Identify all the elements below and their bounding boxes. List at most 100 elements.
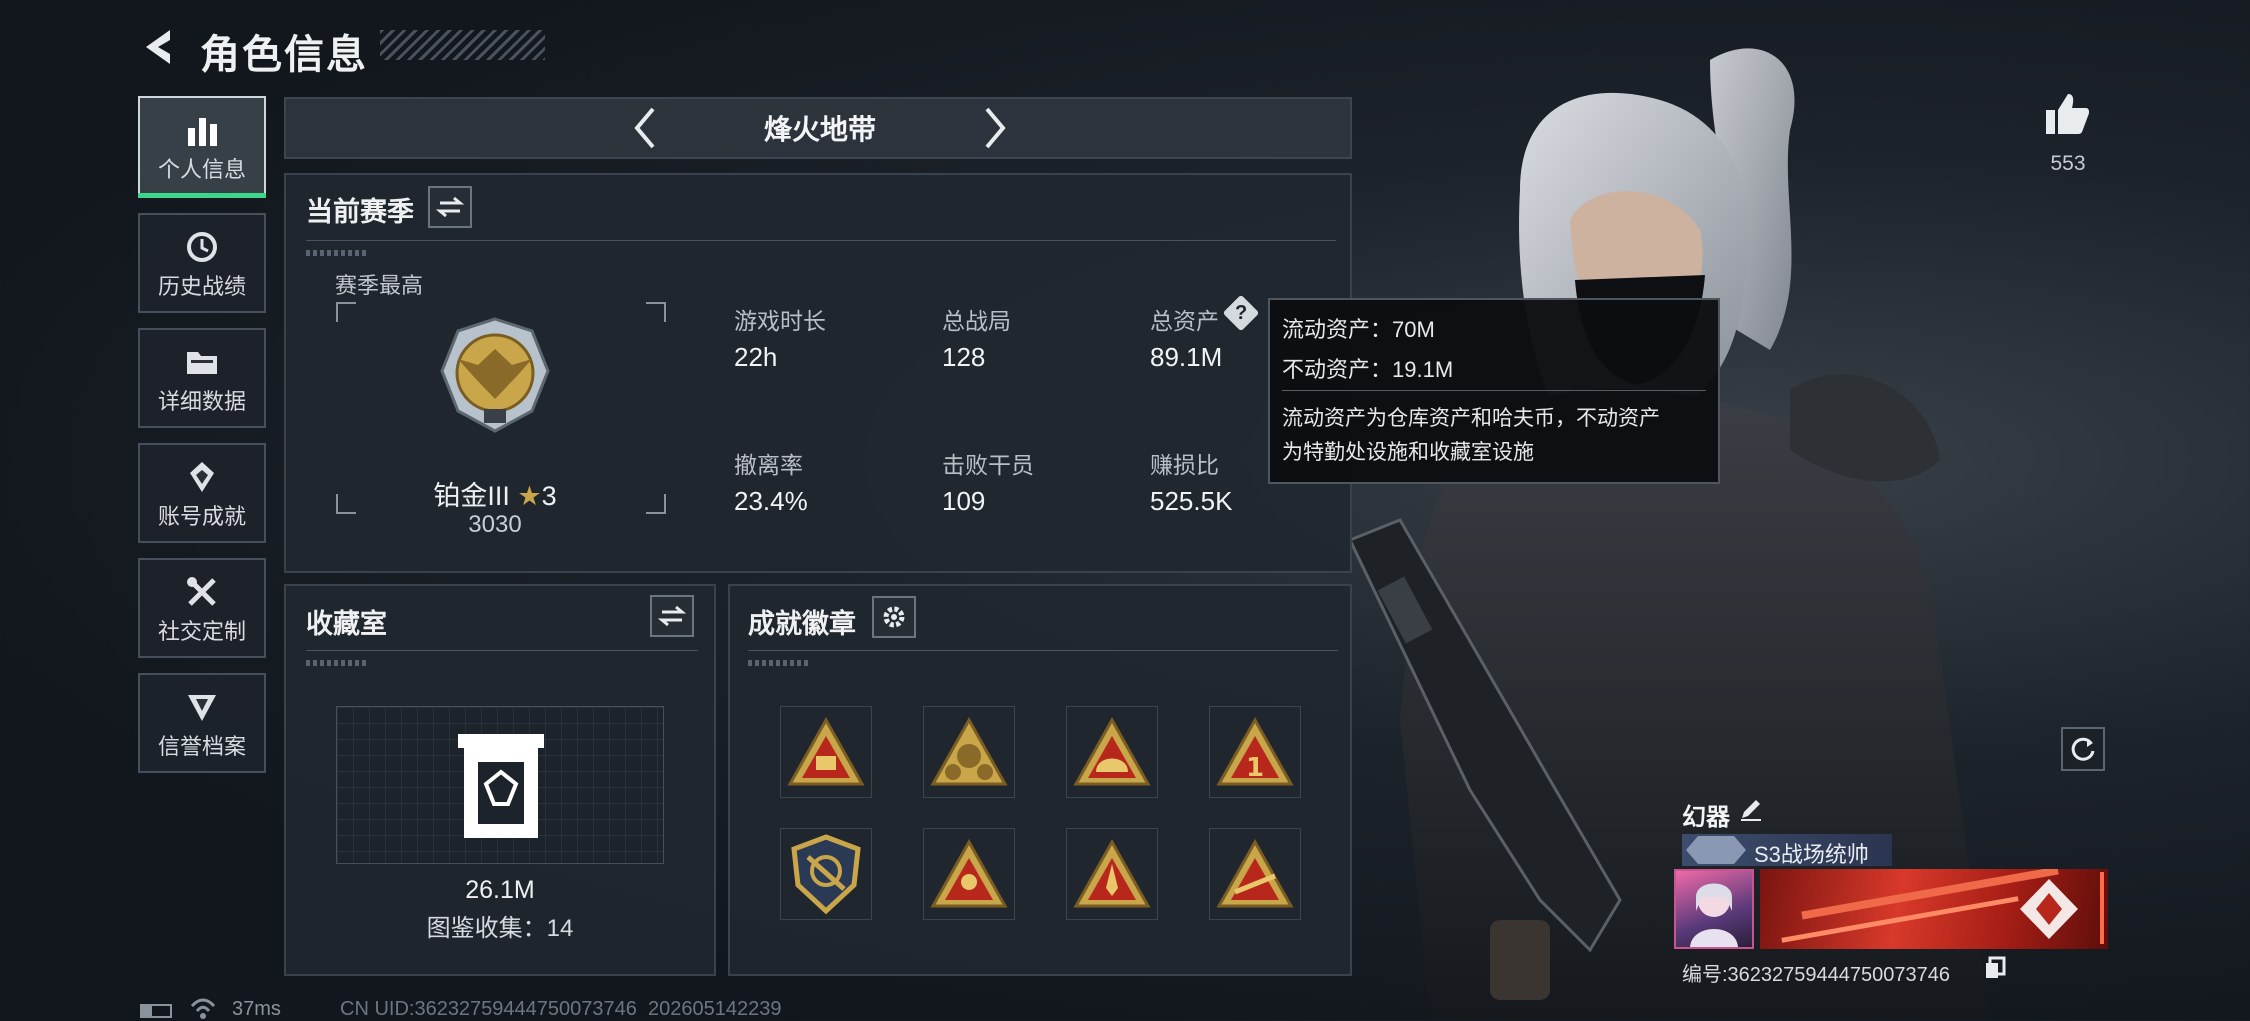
sidebar-item-label: 账号成就 [157, 504, 246, 529]
crest-badge-icon [791, 834, 861, 915]
badge-slot[interactable] [1209, 828, 1301, 920]
avatar[interactable] [1674, 869, 1754, 949]
badge-slot[interactable] [923, 828, 1015, 920]
like-count: 553 [2050, 152, 2086, 175]
uid-text: CN UID:36232759444750073746 202605142239 [340, 998, 782, 1020]
battery-icon [140, 1004, 172, 1018]
season-switch-button[interactable] [428, 186, 472, 228]
badge-slot[interactable] [1066, 706, 1158, 798]
sidebar-item-label: 信誉档案 [157, 734, 246, 759]
helmet-badge-icon [1073, 716, 1151, 786]
copy-icon [1986, 956, 2006, 978]
tooltip-divider [1282, 390, 1706, 391]
season-best-label: 赛季最高 [335, 273, 424, 298]
pencil-icon [1741, 800, 1761, 821]
back-arrow-icon [146, 30, 170, 64]
sidebar-item-social[interactable]: 社交定制 [138, 558, 266, 658]
collection-value: 26.1M [465, 876, 535, 904]
collection-switch-button[interactable] [650, 595, 694, 637]
decor-dots [306, 250, 366, 256]
stat-label-kills: 击败干员 [942, 452, 1034, 478]
stat-label-extract-rate: 撤离率 [734, 452, 803, 478]
season-title: 当前赛季 [306, 197, 414, 227]
swap-icon [658, 605, 686, 627]
player-name: 幻器 [1682, 804, 1730, 831]
chevron-right-icon [985, 107, 1006, 149]
name-card-edge [2100, 872, 2104, 944]
folder-icon [187, 352, 217, 374]
frame-corner [336, 494, 356, 514]
tooltip-fixed: 不动资产：19.1M [1282, 357, 1454, 382]
frame-corner [336, 302, 356, 322]
star-icon: ★ [517, 481, 542, 511]
badge-slot[interactable] [780, 706, 872, 798]
swap-icon [436, 196, 464, 218]
rank-score: 3030 [468, 511, 522, 538]
gear-icon [883, 606, 905, 628]
title-stripes [380, 30, 545, 60]
supply-badge-icon [787, 716, 865, 786]
sidebar-item-history[interactable]: 历史战绩 [138, 213, 266, 313]
active-indicator [138, 193, 266, 198]
stat-value-extract-rate: 23.4% [734, 486, 808, 516]
mode-next-button[interactable] [975, 103, 1015, 153]
title-tag-emblem [1686, 836, 1746, 864]
sidebar-item-label: 详细数据 [157, 389, 246, 414]
decor-dots [306, 660, 366, 666]
stat-value-kills: 109 [942, 486, 986, 516]
rank-name: 铂金III [433, 481, 510, 511]
tooltip-desc-2: 为特勤处设施和收藏室设施 [1282, 441, 1534, 464]
tooltip-desc-1: 流动资产为仓库资产和哈夫币，不动资产 [1282, 407, 1660, 430]
divider [748, 650, 1338, 651]
badge-slot[interactable] [923, 706, 1015, 798]
stat-value-assets: 89.1M [1150, 342, 1223, 372]
edit-name-button[interactable] [1738, 796, 1764, 822]
rotate-view-button[interactable] [2061, 727, 2105, 771]
collection-count: 图鉴收集：14 [426, 915, 574, 942]
rank-stars: 3 [541, 481, 557, 511]
refresh-icon [2071, 737, 2095, 761]
sidebar-item-reputation[interactable]: 信誉档案 [138, 673, 266, 773]
frame-corner [646, 494, 666, 514]
back-button[interactable] [138, 24, 188, 70]
ping-text: 37ms [232, 998, 281, 1020]
name-card-banner[interactable] [1760, 869, 2108, 949]
sidebar-item-detailed-data[interactable]: 详细数据 [138, 328, 266, 428]
stat-value-profit-ratio: 525.5K [1150, 486, 1233, 516]
rank-one-badge-icon: 1 [1216, 716, 1294, 786]
like-button[interactable] [2044, 92, 2090, 136]
sidebar-item-label: 社交定制 [157, 619, 246, 644]
team-badge-icon [930, 838, 1008, 908]
stat-value-playtime: 22h [734, 342, 778, 372]
divider [306, 240, 1336, 241]
sidebar-item-personal-info[interactable]: 个人信息 [138, 96, 266, 196]
history-icon [187, 232, 217, 262]
badge-slot[interactable] [780, 828, 872, 920]
avatar-portrait-icon [1690, 883, 1738, 947]
stat-label-matches: 总战局 [942, 308, 1011, 334]
stat-label-profit-ratio: 赚损比 [1150, 452, 1219, 478]
thumbs-up-icon [2046, 94, 2090, 134]
banner-stripe [1781, 896, 2019, 943]
badge-slot[interactable] [1066, 828, 1158, 920]
stat-value-matches: 128 [942, 342, 986, 372]
mode-label: 烽火地带 [763, 114, 876, 145]
vault-icon [458, 734, 544, 838]
rank-emblem-icon [440, 317, 550, 433]
stat-label-playtime: 游戏时长 [734, 308, 826, 334]
sniper-badge-icon [1216, 838, 1294, 908]
tooltip-liquid: 流动资产：70M [1282, 317, 1435, 342]
divider [306, 650, 698, 651]
assets-tooltip: 流动资产：70M 不动资产：19.1M 流动资产为仓库资产和哈夫币，不动资产 为… [1268, 298, 1720, 484]
badges-settings-button[interactable] [872, 596, 916, 638]
badge-slot[interactable]: 1 [1209, 706, 1301, 798]
rocket-badge-icon [1073, 838, 1151, 908]
mode-prev-button[interactable] [625, 103, 665, 153]
sidebar-item-achievements[interactable]: 账号成就 [138, 443, 266, 543]
sidebar-item-label: 个人信息 [157, 157, 246, 182]
stat-label-assets: 总资产 [1150, 308, 1219, 334]
copy-id-button[interactable] [1984, 956, 2006, 980]
chevron-left-icon [634, 107, 655, 149]
wifi-icon [190, 998, 216, 1019]
collection-title: 收藏室 [306, 609, 387, 639]
